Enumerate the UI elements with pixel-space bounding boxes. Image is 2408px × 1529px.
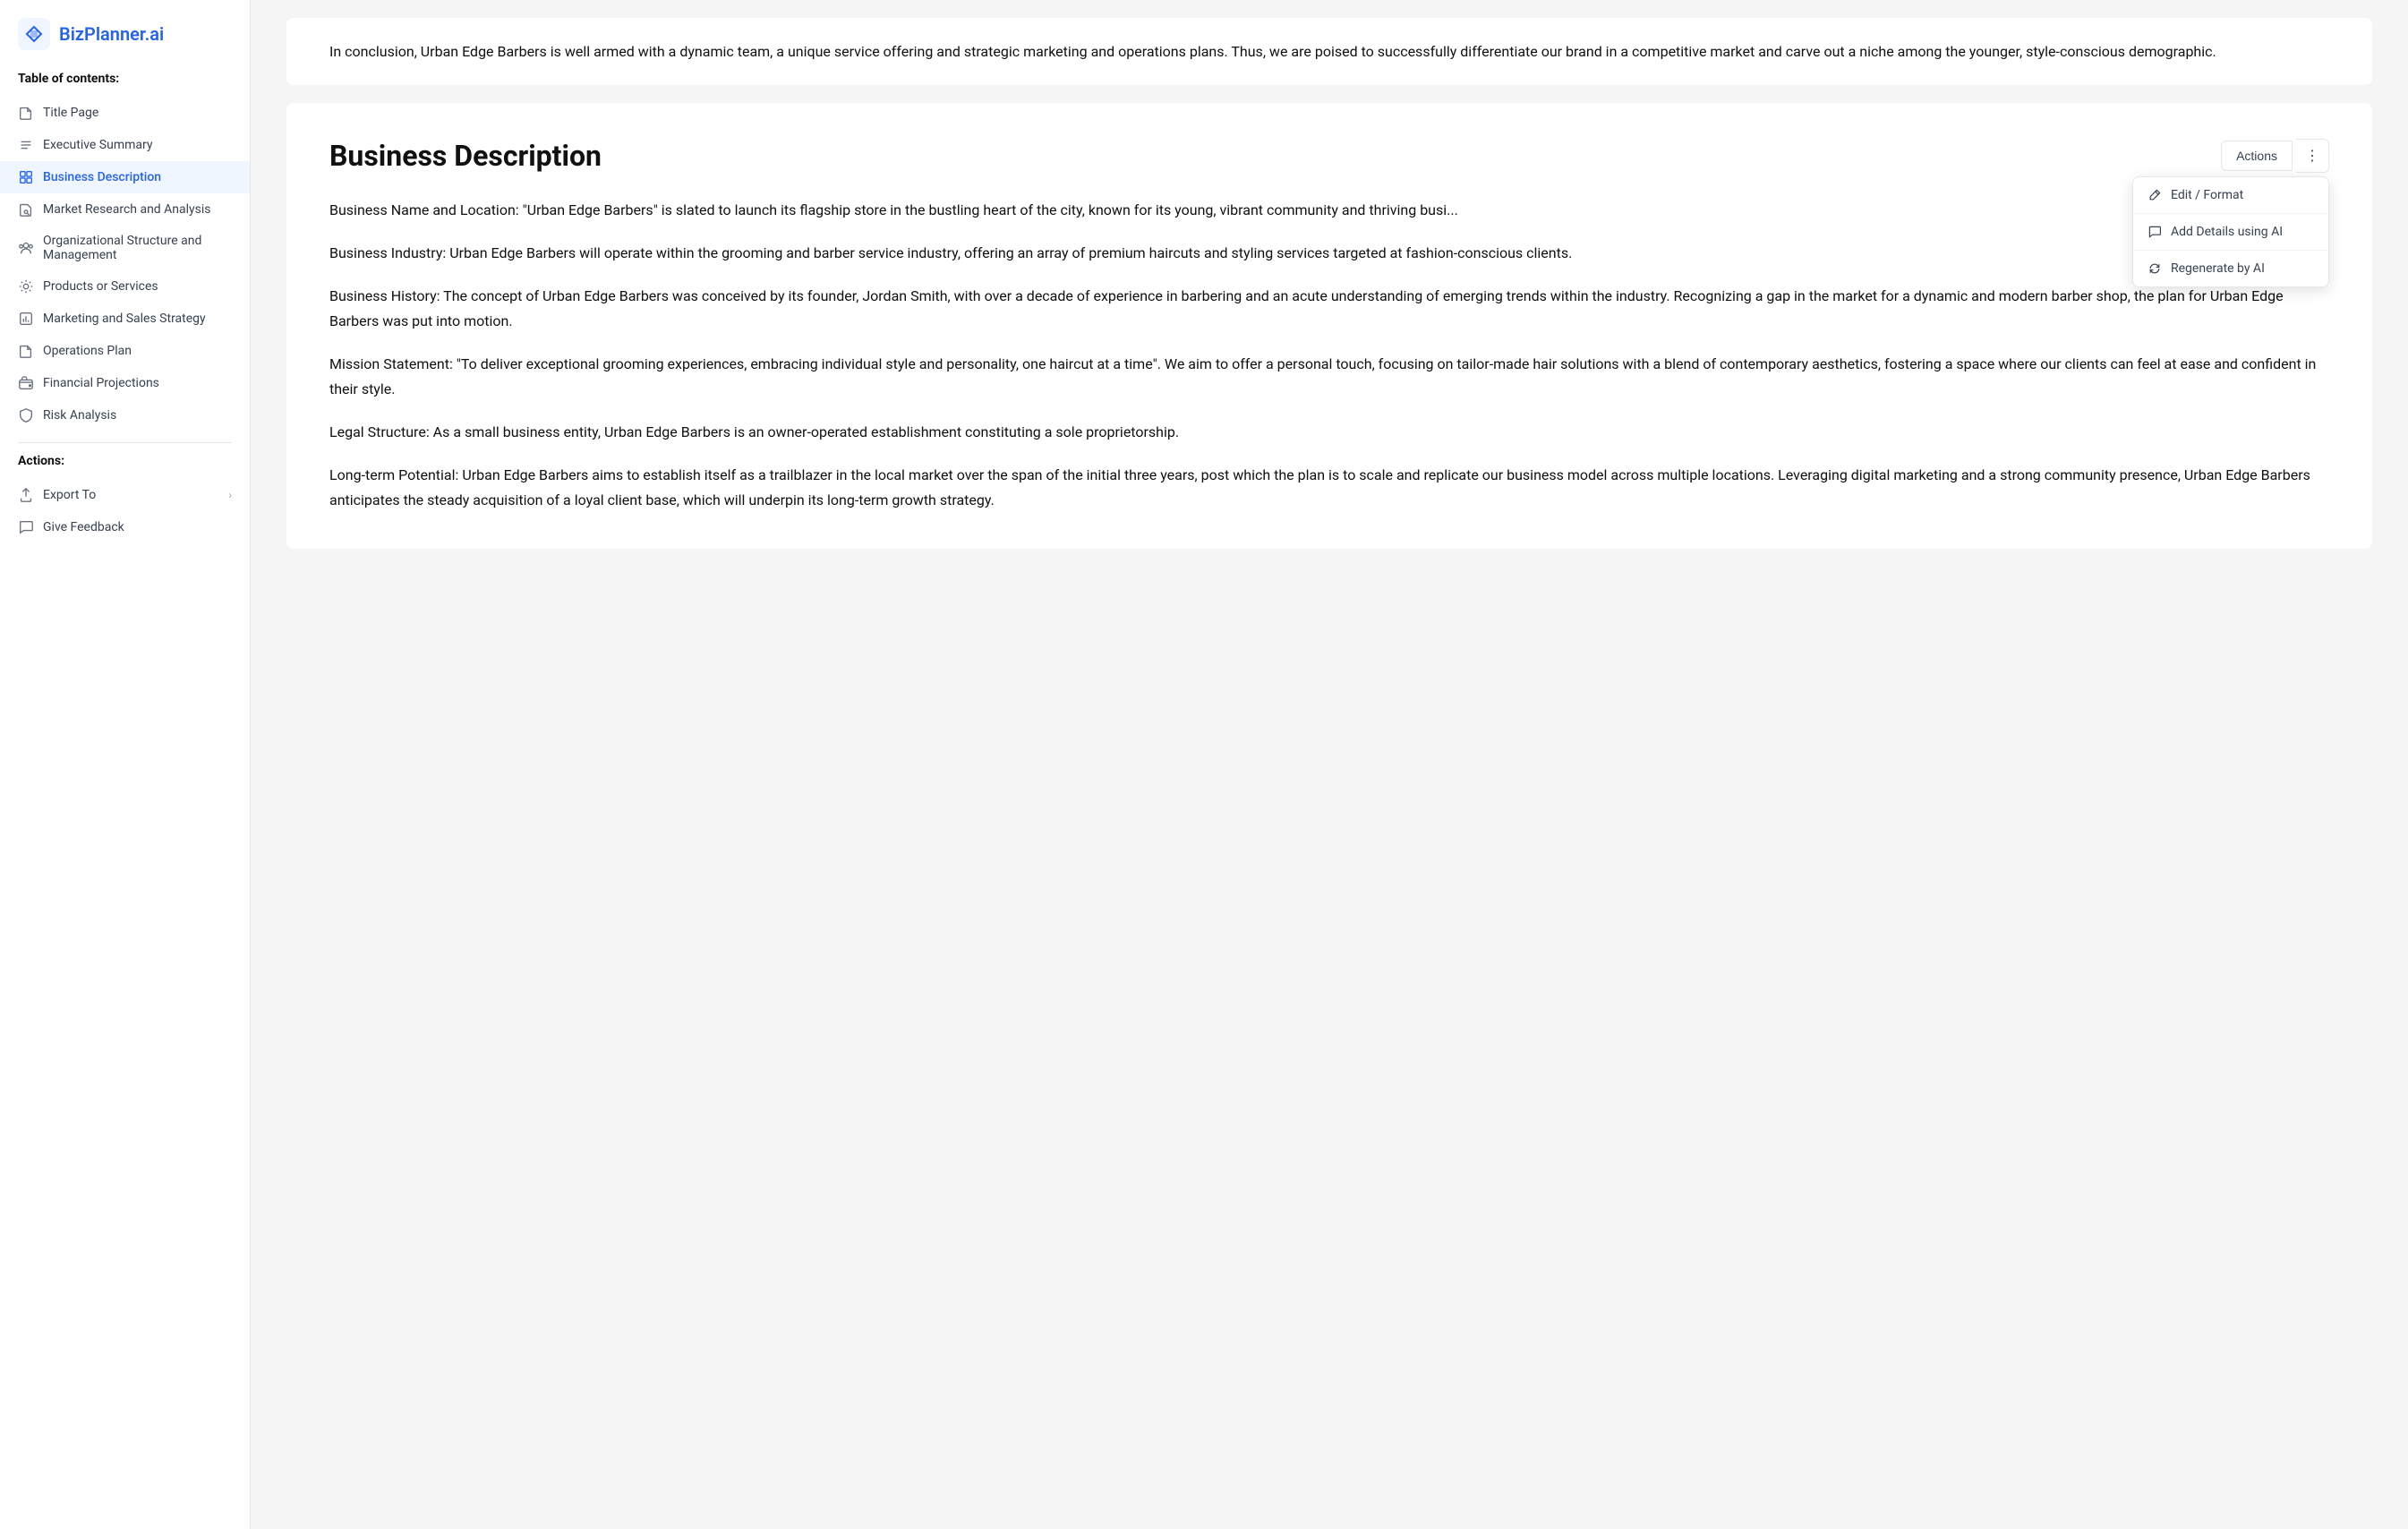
action-item-label: Give Feedback <box>43 520 124 534</box>
sidebar-item-label: Organizational Structure and Management <box>43 234 232 262</box>
sidebar-item-marketing-sales[interactable]: Marketing and Sales Strategy <box>0 303 250 335</box>
body-paragraph-2: Business Industry: Urban Edge Barbers wi… <box>329 241 2329 266</box>
chat-icon <box>2148 225 2162 239</box>
sidebar-item-executive-summary[interactable]: Executive Summary <box>0 129 250 161</box>
ops-document-icon <box>18 343 34 359</box>
brand-name: BizPlanner.ai <box>59 23 164 45</box>
sidebar-item-label: Business Description <box>43 170 161 184</box>
people-icon <box>18 240 34 256</box>
table-of-contents-nav: Title Page Executive Summary Business De… <box>0 97 250 431</box>
sidebar-actions-label: Actions: <box>0 454 250 479</box>
actions-more-button[interactable]: ⋮ <box>2296 139 2329 173</box>
sidebar-item-label: Financial Projections <box>43 376 159 390</box>
toc-label: Table of contents: <box>0 72 250 97</box>
dropdown-item-regenerate-ai[interactable]: Regenerate by AI <box>2133 251 2328 286</box>
conclusion-text: In conclusion, Urban Edge Barbers is wel… <box>329 39 2329 64</box>
logo-area[interactable]: BizPlanner.ai <box>0 18 250 72</box>
sidebar-item-products-services[interactable]: Products or Services <box>0 270 250 303</box>
sidebar-item-title-page[interactable]: Title Page <box>0 97 250 129</box>
sidebar-item-org-structure[interactable]: Organizational Structure and Management <box>0 226 250 270</box>
body-paragraph-3: Business History: The concept of Urban E… <box>329 284 2329 334</box>
edit-icon <box>2148 188 2162 202</box>
shield-icon <box>18 407 34 423</box>
business-description-section: Business Description Actions ⋮ Edit / Fo… <box>286 103 2372 549</box>
sidebar-item-label: Operations Plan <box>43 344 132 358</box>
body-paragraph-1: Business Name and Location: "Urban Edge … <box>329 198 2329 223</box>
section-header: Business Description Actions ⋮ Edit / Fo… <box>329 139 2329 173</box>
settings-icon <box>18 278 34 295</box>
action-item-label: Export To <box>43 488 96 502</box>
actions-button[interactable]: Actions <box>2221 141 2293 171</box>
chevron-right-icon: › <box>228 489 232 501</box>
sidebar-item-risk-analysis[interactable]: Risk Analysis <box>0 399 250 431</box>
feedback-icon <box>18 519 34 535</box>
sidebar-item-label: Products or Services <box>43 279 158 294</box>
body-paragraph-6: Long-term Potential: Urban Edge Barbers … <box>329 463 2329 513</box>
grid-icon <box>18 169 34 185</box>
sidebar-item-operations-plan[interactable]: Operations Plan <box>0 335 250 367</box>
top-content-section: In conclusion, Urban Edge Barbers is wel… <box>286 18 2372 85</box>
action-give-feedback[interactable]: Give Feedback <box>0 511 250 543</box>
actions-button-area: Actions ⋮ Edit / Format <box>2221 139 2329 173</box>
dropdown-item-label: Edit / Format <box>2171 188 2243 202</box>
export-icon <box>18 487 34 503</box>
body-paragraph-5: Legal Structure: As a small business ent… <box>329 420 2329 445</box>
sidebar-item-market-research[interactable]: Market Research and Analysis <box>0 193 250 226</box>
list-icon <box>18 137 34 153</box>
sidebar-item-label: Title Page <box>43 106 98 120</box>
document-icon <box>18 105 34 121</box>
body-paragraph-4: Mission Statement: "To deliver exception… <box>329 352 2329 402</box>
sidebar-item-label: Market Research and Analysis <box>43 202 211 217</box>
sidebar: BizPlanner.ai Table of contents: Title P… <box>0 0 251 1529</box>
sidebar-divider <box>18 442 232 443</box>
refresh-icon <box>2148 261 2162 276</box>
sidebar-item-label: Executive Summary <box>43 138 153 152</box>
action-export-to[interactable]: Export To › <box>0 479 250 511</box>
main-content: In conclusion, Urban Edge Barbers is wel… <box>251 0 2408 1529</box>
actions-dropdown: Edit / Format Add Details using AI <box>2132 176 2329 287</box>
dropdown-item-label: Regenerate by AI <box>2171 261 2265 276</box>
sidebar-item-business-description[interactable]: Business Description <box>0 161 250 193</box>
wallet-icon <box>18 375 34 391</box>
sidebar-item-label: Marketing and Sales Strategy <box>43 312 206 326</box>
chart-icon <box>18 311 34 327</box>
dropdown-item-add-details-ai[interactable]: Add Details using AI <box>2133 214 2328 251</box>
document-search-icon <box>18 201 34 218</box>
dropdown-item-edit-format[interactable]: Edit / Format <box>2133 177 2328 214</box>
sidebar-item-label: Risk Analysis <box>43 408 116 423</box>
logo-icon <box>18 18 50 50</box>
dropdown-item-label: Add Details using AI <box>2171 225 2283 239</box>
section-title: Business Description <box>329 139 602 173</box>
sidebar-item-financial-projections[interactable]: Financial Projections <box>0 367 250 399</box>
